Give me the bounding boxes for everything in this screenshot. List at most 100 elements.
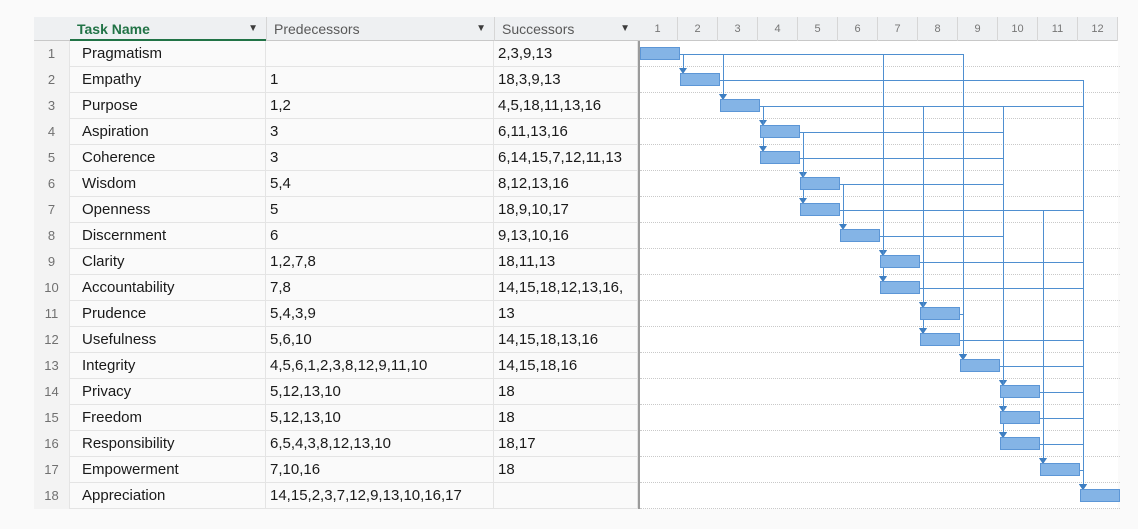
- table-row[interactable]: 14 Privacy 5,12,13,10 18: [34, 379, 638, 405]
- predecessors-cell[interactable]: 7,8: [266, 275, 494, 301]
- table-row[interactable]: 5 Coherence 3 6,14,15,7,12,11,13: [34, 145, 638, 171]
- predecessors-cell[interactable]: 5,6,10: [266, 327, 494, 353]
- task-name-column-header[interactable]: Task Name ▼: [70, 17, 266, 41]
- task-name-cell[interactable]: Wisdom: [70, 171, 266, 197]
- predecessors-cell[interactable]: 1: [266, 67, 494, 93]
- task-name-cell[interactable]: Aspiration: [70, 119, 266, 145]
- successors-cell[interactable]: 8,12,13,16: [494, 171, 638, 197]
- task-name-cell[interactable]: Clarity: [70, 249, 266, 275]
- successors-cell[interactable]: 18: [494, 405, 638, 431]
- successors-cell[interactable]: 18,9,10,17: [494, 197, 638, 223]
- table-row[interactable]: 17 Empowerment 7,10,16 18: [34, 457, 638, 483]
- predecessors-cell[interactable]: 14,15,2,3,7,12,9,13,10,16,17: [266, 483, 494, 509]
- successors-cell[interactable]: 18: [494, 379, 638, 405]
- table-row[interactable]: 15 Freedom 5,12,13,10 18: [34, 405, 638, 431]
- task-bar[interactable]: [1000, 385, 1040, 398]
- task-bar[interactable]: [1040, 463, 1080, 476]
- successors-cell[interactable]: 18,11,13: [494, 249, 638, 275]
- predecessors-column-header[interactable]: Predecessors ▼: [266, 17, 494, 41]
- task-name-cell[interactable]: Accountability: [70, 275, 266, 301]
- table-row[interactable]: 7 Openness 5 18,9,10,17: [34, 197, 638, 223]
- task-name-cell[interactable]: Appreciation: [70, 483, 266, 509]
- predecessors-cell[interactable]: 1,2,7,8: [266, 249, 494, 275]
- task-bar[interactable]: [960, 359, 1000, 372]
- task-bar[interactable]: [760, 125, 800, 138]
- task-bar[interactable]: [800, 203, 840, 216]
- row-number: 10: [34, 275, 70, 301]
- table-row[interactable]: 18 Appreciation 14,15,2,3,7,12,9,13,10,16,…: [34, 483, 638, 509]
- task-name-cell[interactable]: Pragmatism: [70, 41, 266, 67]
- task-name-cell[interactable]: Openness: [70, 197, 266, 223]
- table-row[interactable]: 4 Aspiration 3 6,11,13,16: [34, 119, 638, 145]
- predecessors-cell[interactable]: 5,12,13,10: [266, 405, 494, 431]
- successors-cell[interactable]: 2,3,9,13: [494, 41, 638, 67]
- dependency-link-line: [843, 184, 844, 225]
- task-bar[interactable]: [880, 255, 920, 268]
- predecessors-cell[interactable]: 3: [266, 119, 494, 145]
- predecessors-cell[interactable]: 5,4: [266, 171, 494, 197]
- predecessors-filter-arrow-icon[interactable]: ▼: [476, 17, 486, 41]
- successors-cell[interactable]: 13: [494, 301, 638, 327]
- successors-cell[interactable]: 9,13,10,16: [494, 223, 638, 249]
- table-row[interactable]: 13 Integrity 4,5,6,1,2,3,8,12,9,11,10 14,15…: [34, 353, 638, 379]
- predecessors-cell[interactable]: 5: [266, 197, 494, 223]
- task-name-filter-arrow-icon[interactable]: ▼: [248, 17, 258, 41]
- task-name-cell[interactable]: Empowerment: [70, 457, 266, 483]
- task-name-cell[interactable]: Privacy: [70, 379, 266, 405]
- task-bar[interactable]: [840, 229, 880, 242]
- task-bar[interactable]: [680, 73, 720, 86]
- task-name-cell[interactable]: Integrity: [70, 353, 266, 379]
- predecessors-cell[interactable]: 6,5,4,3,8,12,13,10: [266, 431, 494, 457]
- predecessors-cell[interactable]: 1,2: [266, 93, 494, 119]
- successors-cell[interactable]: 14,15,18,12,13,16,: [494, 275, 638, 301]
- task-name-cell[interactable]: Empathy: [70, 67, 266, 93]
- predecessors-cell[interactable]: [266, 41, 494, 67]
- task-name-cell[interactable]: Coherence: [70, 145, 266, 171]
- task-bar[interactable]: [1000, 437, 1040, 450]
- predecessors-cell[interactable]: 5,4,3,9: [266, 301, 494, 327]
- predecessors-cell[interactable]: 6: [266, 223, 494, 249]
- task-name-cell[interactable]: Purpose: [70, 93, 266, 119]
- table-row[interactable]: 9 Clarity 1,2,7,8 18,11,13: [34, 249, 638, 275]
- successors-cell[interactable]: 4,5,18,11,13,16: [494, 93, 638, 119]
- table-row[interactable]: 11 Prudence 5,4,3,9 13: [34, 301, 638, 327]
- task-bar[interactable]: [760, 151, 800, 164]
- task-bar[interactable]: [800, 177, 840, 190]
- table-row[interactable]: 12 Usefulness 5,6,10 14,15,18,13,16: [34, 327, 638, 353]
- predecessors-cell[interactable]: 4,5,6,1,2,3,8,12,9,11,10: [266, 353, 494, 379]
- task-bar[interactable]: [880, 281, 920, 294]
- task-name-cell[interactable]: Prudence: [70, 301, 266, 327]
- successors-cell[interactable]: [494, 483, 638, 509]
- predecessors-cell[interactable]: 3: [266, 145, 494, 171]
- task-name-cell[interactable]: Discernment: [70, 223, 266, 249]
- table-row[interactable]: 10 Accountability 7,8 14,15,18,12,13,16,: [34, 275, 638, 301]
- successors-cell[interactable]: 18: [494, 457, 638, 483]
- successors-column-header[interactable]: Successors ▼: [494, 17, 638, 41]
- successors-cell[interactable]: 14,15,18,16: [494, 353, 638, 379]
- successors-filter-arrow-icon[interactable]: ▼: [620, 17, 630, 41]
- table-row[interactable]: 8 Discernment 6 9,13,10,16: [34, 223, 638, 249]
- task-bar[interactable]: [1000, 411, 1040, 424]
- task-name-cell[interactable]: Usefulness: [70, 327, 266, 353]
- table-row[interactable]: 1 Pragmatism 2,3,9,13: [34, 41, 638, 67]
- successors-cell[interactable]: 18,3,9,13: [494, 67, 638, 93]
- gantt-body[interactable]: [638, 41, 1120, 509]
- predecessors-cell[interactable]: 7,10,16: [266, 457, 494, 483]
- task-bar[interactable]: [1080, 489, 1120, 502]
- task-bar[interactable]: [920, 333, 960, 346]
- successors-cell[interactable]: 6,11,13,16: [494, 119, 638, 145]
- task-bar[interactable]: [920, 307, 960, 320]
- task-bar[interactable]: [720, 99, 760, 112]
- table-row[interactable]: 2 Empathy 1 18,3,9,13: [34, 67, 638, 93]
- table-row[interactable]: 16 Responsibility 6,5,4,3,8,12,13,10 18,17: [34, 431, 638, 457]
- row-number-header[interactable]: [34, 17, 70, 41]
- table-row[interactable]: 6 Wisdom 5,4 8,12,13,16: [34, 171, 638, 197]
- task-name-cell[interactable]: Responsibility: [70, 431, 266, 457]
- task-bar[interactable]: [640, 47, 680, 60]
- predecessors-cell[interactable]: 5,12,13,10: [266, 379, 494, 405]
- table-row[interactable]: 3 Purpose 1,2 4,5,18,11,13,16: [34, 93, 638, 119]
- successors-cell[interactable]: 6,14,15,7,12,11,13: [494, 145, 638, 171]
- task-name-cell[interactable]: Freedom: [70, 405, 266, 431]
- successors-cell[interactable]: 18,17: [494, 431, 638, 457]
- successors-cell[interactable]: 14,15,18,13,16: [494, 327, 638, 353]
